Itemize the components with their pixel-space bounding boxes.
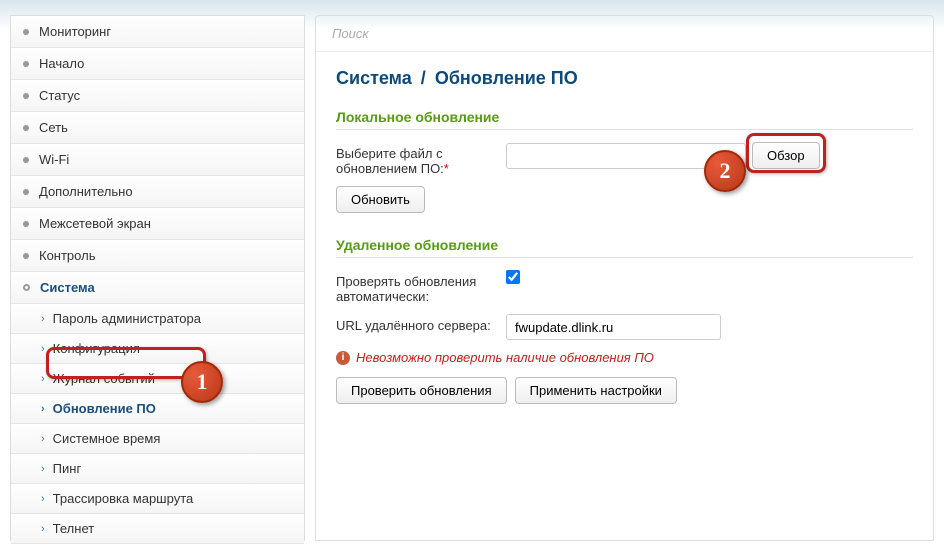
sidebar-subitem-telnet[interactable]: › Телнет <box>11 514 304 544</box>
error-message: i Невозможно проверить наличие обновлени… <box>336 350 913 365</box>
breadcrumb: Система / Обновление ПО <box>336 68 913 89</box>
sidebar-label: Статус <box>39 88 80 103</box>
info-icon: i <box>336 351 350 365</box>
sidebar-sublabel: Пинг <box>53 461 82 476</box>
annotation-badge-1: 1 <box>181 361 223 403</box>
bullet-icon <box>23 253 29 259</box>
chevron-right-icon: › <box>41 523 45 535</box>
sidebar-item-wifi[interactable]: Wi-Fi <box>11 144 304 176</box>
sidebar-item-system[interactable]: Система <box>11 272 304 304</box>
sidebar-sublabel: Пароль администратора <box>53 311 201 326</box>
sidebar-subitem-traceroute[interactable]: › Трассировка маршрута <box>11 484 304 514</box>
sidebar-sublabel: Журнал событий <box>53 371 155 386</box>
bullet-icon <box>23 157 29 163</box>
sidebar-subitem-firmware-update[interactable]: › Обновление ПО <box>11 394 304 424</box>
remote-url-input[interactable] <box>506 314 721 340</box>
remote-url-label: URL удалённого сервера: <box>336 314 506 333</box>
sidebar-sublabel: Телнет <box>53 521 95 536</box>
sidebar-sublabel: Трассировка маршрута <box>53 491 194 506</box>
sidebar-item-network[interactable]: Сеть <box>11 112 304 144</box>
update-button[interactable]: Обновить <box>336 186 425 213</box>
sidebar: Мониторинг Начало Статус Сеть Wi-Fi Допо… <box>10 15 305 541</box>
sidebar-subitem-admin-password[interactable]: › Пароль администратора <box>11 304 304 334</box>
bullet-icon <box>23 284 30 291</box>
sidebar-subitem-ping[interactable]: › Пинг <box>11 454 304 484</box>
bullet-icon <box>23 61 29 67</box>
sidebar-label: Wi-Fi <box>39 152 69 167</box>
chevron-right-icon: › <box>41 343 45 355</box>
sidebar-sublabel: Обновление ПО <box>53 401 156 416</box>
main-panel: Поиск Система / Обновление ПО Локальное … <box>315 15 934 541</box>
sidebar-label: Межсетевой экран <box>39 216 151 231</box>
bullet-icon <box>23 221 29 227</box>
file-select-label: Выберите файл с обновлением ПО:* <box>336 142 506 176</box>
sidebar-label: Мониторинг <box>39 24 111 39</box>
sidebar-label: Дополнительно <box>39 184 133 199</box>
sidebar-sublabel: Конфигурация <box>53 341 140 356</box>
auto-check-checkbox[interactable] <box>506 270 520 284</box>
chevron-right-icon: › <box>41 463 45 475</box>
check-updates-button[interactable]: Проверить обновления <box>336 377 507 404</box>
sidebar-item-status[interactable]: Статус <box>11 80 304 112</box>
breadcrumb-parent[interactable]: Система <box>336 68 412 88</box>
sidebar-subitem-event-log[interactable]: › Журнал событий <box>11 364 304 394</box>
annotation-badge-2: 2 <box>704 150 746 192</box>
search-input[interactable]: Поиск <box>316 16 933 52</box>
bullet-icon <box>23 93 29 99</box>
sidebar-item-monitoring[interactable]: Мониторинг <box>11 16 304 48</box>
remote-update-section: Удаленное обновление Проверять обновлени… <box>336 237 913 404</box>
breadcrumb-separator: / <box>421 68 426 88</box>
chevron-right-icon: › <box>41 403 45 415</box>
sidebar-subitem-system-time[interactable]: › Системное время <box>11 424 304 454</box>
sidebar-label: Система <box>40 280 95 295</box>
sidebar-subitem-configuration[interactable]: › Конфигурация <box>11 334 304 364</box>
sidebar-item-control[interactable]: Контроль <box>11 240 304 272</box>
auto-check-label: Проверять обновления автоматически: <box>336 270 506 304</box>
chevron-right-icon: › <box>41 313 45 325</box>
sidebar-label: Начало <box>39 56 84 71</box>
browse-button[interactable]: Обзор <box>752 142 820 169</box>
apply-settings-button[interactable]: Применить настройки <box>515 377 677 404</box>
bullet-icon <box>23 29 29 35</box>
chevron-right-icon: › <box>41 493 45 505</box>
local-update-section: Локальное обновление Выберите файл с обн… <box>336 109 913 213</box>
chevron-right-icon: › <box>41 373 45 385</box>
sidebar-item-advanced[interactable]: Дополнительно <box>11 176 304 208</box>
sidebar-item-firewall[interactable]: Межсетевой экран <box>11 208 304 240</box>
sidebar-label: Контроль <box>39 248 95 263</box>
remote-update-title: Удаленное обновление <box>336 237 913 258</box>
bullet-icon <box>23 125 29 131</box>
sidebar-sublabel: Системное время <box>53 431 161 446</box>
breadcrumb-current: Обновление ПО <box>435 68 578 88</box>
local-update-title: Локальное обновление <box>336 109 913 130</box>
sidebar-label: Сеть <box>39 120 68 135</box>
bullet-icon <box>23 189 29 195</box>
chevron-right-icon: › <box>41 433 45 445</box>
sidebar-item-home[interactable]: Начало <box>11 48 304 80</box>
